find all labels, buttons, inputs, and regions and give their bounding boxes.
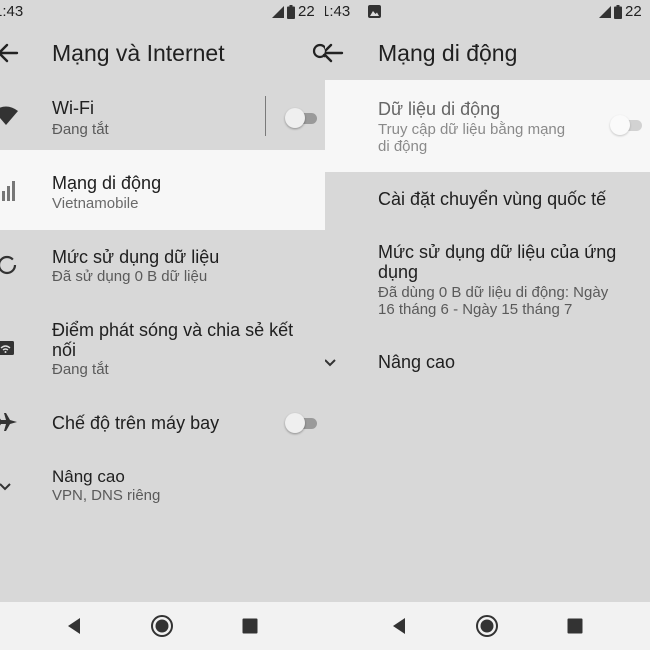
- app-data-usage-row[interactable]: Mức sử dụng dữ liệu của ứng dụng Đã dùng…: [325, 236, 650, 326]
- battery-icon: [287, 4, 295, 19]
- app-bar: Mạng và Internet: [0, 24, 325, 80]
- nav-recents-icon-right[interactable]: [563, 614, 587, 638]
- image-notification-icon: [368, 5, 381, 18]
- signal-status-icon-right: [599, 5, 611, 18]
- signal-status-icon: [272, 5, 284, 18]
- hotspot-icon: [0, 341, 14, 355]
- data-usage-row[interactable]: Mức sử dụng dữ liệu Đã sử dụng 0 B dữ li…: [0, 230, 325, 310]
- roaming-settings-title: Cài đặt chuyển vùng quốc tế: [378, 189, 607, 209]
- chevron-down-icon-right: [325, 359, 336, 367]
- status-icons: 22: [272, 4, 315, 19]
- search-icon[interactable]: [311, 40, 325, 66]
- hotspot-title-line1: Điểm phát sóng và chia sẻ kết: [52, 320, 294, 340]
- mobile-data-toggle-thumb: [610, 115, 630, 135]
- back-arrow-icon-right[interactable]: [325, 40, 344, 66]
- app-bar-right: Mạng di động: [325, 24, 650, 80]
- chevron-down-icon: [0, 483, 11, 491]
- navigation-bar: [0, 602, 325, 650]
- wifi-title: Wi-Fi: [52, 98, 94, 118]
- airplane-icon: [0, 413, 17, 431]
- mobile-data-title: Dữ liệu di động: [378, 99, 501, 119]
- wifi-toggle[interactable]: [285, 107, 319, 129]
- nav-home-icon-right[interactable]: [475, 614, 499, 638]
- status-time: 1:43: [0, 3, 24, 20]
- battery-percent: 22: [298, 3, 315, 20]
- mobile-network-carrier: Vietnamobile: [52, 195, 139, 212]
- nav-back-icon-right[interactable]: [387, 614, 411, 638]
- wifi-toggle-thumb: [285, 108, 305, 128]
- wifi-row[interactable]: Wi-Fi Đang tắt: [0, 80, 325, 150]
- navigation-bar-right: [325, 602, 650, 650]
- app-data-usage-title-line1: Mức sử dụng dữ liệu của ứng: [378, 242, 617, 262]
- wifi-divider: [265, 96, 266, 136]
- mobile-network-screen: 1:43 22 Mạng di động Dữ liệu di động Tru…: [325, 0, 650, 650]
- airplane-mode-row[interactable]: Chế độ trên máy bay: [0, 398, 325, 448]
- advanced-summary: VPN, DNS riêng: [52, 487, 161, 504]
- mobile-network-title: Mạng di động: [52, 173, 162, 193]
- advanced-title: Nâng cao: [52, 467, 125, 486]
- app-data-usage-title-line2: dụng: [378, 262, 419, 282]
- page-title-right: Mạng di động: [378, 40, 518, 66]
- nav-back-icon[interactable]: [62, 614, 86, 638]
- mobile-network-row[interactable]: Mạng di động Vietnamobile: [0, 150, 325, 230]
- mobile-data-toggle[interactable]: [610, 114, 644, 136]
- airplane-mode-title: Chế độ trên máy bay: [52, 413, 220, 433]
- mobile-data-desc-line1: Truy cập dữ liệu bằng mạng: [378, 121, 566, 138]
- status-time-right: 1:43: [325, 3, 351, 20]
- advanced-title-right: Nâng cao: [378, 352, 456, 372]
- data-usage-icon: [0, 255, 17, 275]
- battery-percent-right: 22: [625, 3, 642, 20]
- app-data-usage-summary-line1: Đã dùng 0 B dữ liệu di động: Ngày: [378, 284, 609, 301]
- data-usage-summary: Đã sử dụng 0 B dữ liệu: [52, 268, 208, 285]
- nav-home-icon[interactable]: [150, 614, 174, 638]
- wifi-icon: [0, 106, 18, 125]
- battery-icon-right: [614, 4, 622, 19]
- nav-recents-icon[interactable]: [238, 614, 262, 638]
- status-icons-right: 22: [599, 4, 642, 19]
- airplane-mode-toggle[interactable]: [285, 412, 319, 434]
- roaming-settings-row[interactable]: Cài đặt chuyển vùng quốc tế: [325, 172, 650, 228]
- status-bar-right: 1:43 22: [325, 0, 650, 24]
- hotspot-title-line2: nối: [52, 340, 77, 360]
- signal-icon: [2, 181, 15, 201]
- data-usage-title: Mức sử dụng dữ liệu: [52, 247, 220, 267]
- page-title: Mạng và Internet: [52, 40, 225, 66]
- hotspot-status: Đang tắt: [52, 361, 109, 378]
- hotspot-row[interactable]: Điểm phát sóng và chia sẻ kết nối Đang t…: [0, 312, 325, 396]
- mobile-data-row[interactable]: Dữ liệu di động Truy cập dữ liệu bằng mạ…: [325, 80, 650, 172]
- back-arrow-icon[interactable]: [0, 40, 21, 66]
- mobile-data-desc-line2: di động: [378, 138, 428, 155]
- app-data-usage-summary-line2: 16 tháng 6 - Ngày 15 tháng 7: [378, 301, 573, 318]
- advanced-row-right[interactable]: Nâng cao: [325, 340, 650, 384]
- advanced-row[interactable]: Nâng cao VPN, DNS riêng: [0, 462, 325, 512]
- airplane-toggle-thumb: [285, 413, 305, 433]
- status-bar: 1:43 22: [0, 0, 325, 24]
- wifi-status: Đang tắt: [52, 121, 109, 138]
- network-internet-screen: 1:43 22 Mạng và Internet Wi-Fi Đang tắt: [0, 0, 325, 650]
